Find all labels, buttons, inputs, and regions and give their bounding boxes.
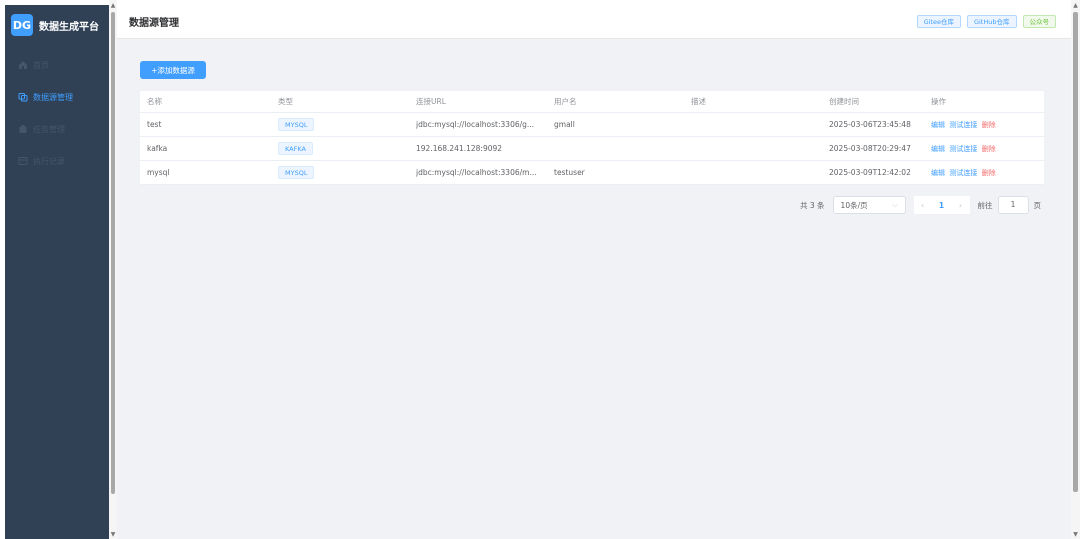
scrollbar-thumb[interactable] (1073, 12, 1078, 492)
url-cell: 192.168.241.128:9092 (416, 144, 503, 153)
test-connection-button[interactable]: 测试连接 (949, 121, 977, 129)
next-page-icon[interactable]: › (959, 201, 962, 210)
task-icon (19, 125, 27, 133)
chevron-down-icon: ⌵ (892, 201, 898, 209)
scroll-up-arrow-icon[interactable]: ▲ (1072, 3, 1079, 9)
sidebar-item-label: 首页 (33, 60, 49, 70)
type-cell: KAFKA (278, 142, 416, 155)
column-header: 名称 (147, 97, 162, 106)
edit-button[interactable]: 编辑 (931, 121, 945, 129)
wechat-link[interactable]: 公众号 (1022, 15, 1056, 28)
datasource-table: 名称 类型 连接URL 用户名 描述 创建时间 操作 test MYSQL jd… (140, 91, 1044, 185)
url-cell: jdbc:mysql://localhost:3306/m... (416, 168, 537, 177)
scrollbar-thumb[interactable] (111, 12, 115, 494)
total-count: 共 3 条 (800, 200, 825, 210)
test-connection-button[interactable]: 测试连接 (949, 145, 977, 153)
column-header: 类型 (278, 97, 293, 106)
sidebar-item-tasks[interactable]: 任务管理 (5, 113, 109, 145)
sidebar-item-datasource[interactable]: 数据源管理 (5, 81, 109, 113)
user-cell: gmall (554, 120, 575, 129)
column-header: 用户名 (554, 97, 577, 106)
column-header: 操作 (931, 97, 946, 106)
ops-cell: 编辑 测试连接 删除 (931, 168, 1044, 178)
scroll-down-arrow-icon[interactable]: ▼ (1072, 532, 1079, 538)
header: 数据源管理 Gitee仓库 GitHub仓库 公众号 (117, 5, 1071, 39)
main-content: +添加数据源 名称 类型 连接URL 用户名 描述 创建时间 操作 test M… (117, 39, 1071, 539)
sidebar-item-label: 数据源管理 (33, 92, 73, 102)
app-title: 数据生成平台 (39, 21, 99, 33)
table-row: kafka KAFKA 192.168.241.128:9092 2025-03… (140, 137, 1044, 161)
page-size-value: 10条/页 (840, 200, 868, 210)
created-cell: 2025-03-08T20:29:47 (829, 144, 911, 153)
pagination: 共 3 条 10条/页 ⌵ ‹ 1 › 前往 1 页 (800, 196, 1041, 214)
header-links: Gitee仓库 GitHub仓库 公众号 (916, 15, 1056, 28)
page-scrollbar[interactable]: ▲ ▼ (1071, 0, 1080, 539)
delete-button[interactable]: 删除 (982, 121, 996, 129)
logo-mark: DG (11, 14, 33, 36)
table-row: mysql MYSQL jdbc:mysql://localhost:3306/… (140, 161, 1044, 185)
scroll-up-arrow-icon[interactable]: ▲ (110, 3, 116, 9)
gitee-link[interactable]: Gitee仓库 (916, 15, 961, 28)
page-title: 数据源管理 (129, 18, 179, 29)
sidebar-item-records[interactable]: 执行记录 (5, 145, 109, 177)
url-cell: jdbc:mysql://localhost:3306/g... (416, 120, 535, 129)
page-number[interactable]: 1 (939, 201, 944, 210)
edit-button[interactable]: 编辑 (931, 145, 945, 153)
type-badge: MYSQL (278, 166, 315, 179)
sidebar-item-label: 执行记录 (33, 156, 65, 166)
test-connection-button[interactable]: 测试连接 (949, 169, 977, 177)
delete-button[interactable]: 删除 (982, 145, 996, 153)
goto-page-input[interactable]: 1 (997, 196, 1029, 214)
created-cell: 2025-03-06T23:45:48 (829, 120, 911, 129)
page-suffix: 页 (1033, 200, 1042, 210)
sidebar: DG 数据生成平台 首页 数据源管理 任务管理 执行记录 (5, 5, 109, 539)
datasource-icon (18, 93, 28, 102)
name-cell: mysql (147, 168, 170, 177)
home-icon (19, 61, 27, 69)
user-cell: testuser (554, 168, 585, 177)
pager: ‹ 1 › (913, 196, 970, 214)
sidebar-scrollbar[interactable]: ▲ ▼ (109, 0, 117, 539)
sidebar-item-label: 任务管理 (33, 124, 65, 134)
column-header: 连接URL (416, 97, 446, 106)
type-badge: MYSQL (278, 118, 315, 131)
github-link[interactable]: GitHub仓库 (966, 15, 1017, 28)
type-cell: MYSQL (278, 118, 416, 131)
table-row: test MYSQL jdbc:mysql://localhost:3306/g… (140, 113, 1044, 137)
column-header: 创建时间 (829, 97, 859, 106)
delete-button[interactable]: 删除 (982, 169, 996, 177)
add-datasource-button[interactable]: +添加数据源 (140, 61, 206, 79)
ops-cell: 编辑 测试连接 删除 (931, 144, 1044, 154)
record-icon (18, 157, 28, 165)
sidebar-item-home[interactable]: 首页 (5, 49, 109, 81)
name-cell: kafka (147, 144, 168, 153)
scroll-down-arrow-icon[interactable]: ▼ (110, 532, 116, 538)
type-cell: MYSQL (278, 166, 416, 179)
logo: DG 数据生成平台 (5, 5, 109, 45)
page-size-select[interactable]: 10条/页 ⌵ (832, 196, 906, 214)
column-header: 描述 (691, 97, 706, 106)
goto-label: 前往 (977, 200, 993, 210)
ops-cell: 编辑 测试连接 删除 (931, 120, 1044, 130)
table-header: 名称 类型 连接URL 用户名 描述 创建时间 操作 (140, 91, 1044, 113)
type-badge: KAFKA (278, 142, 313, 155)
edit-button[interactable]: 编辑 (931, 169, 945, 177)
created-cell: 2025-03-09T12:42:02 (829, 168, 911, 177)
prev-page-icon[interactable]: ‹ (921, 201, 924, 210)
name-cell: test (147, 120, 162, 129)
